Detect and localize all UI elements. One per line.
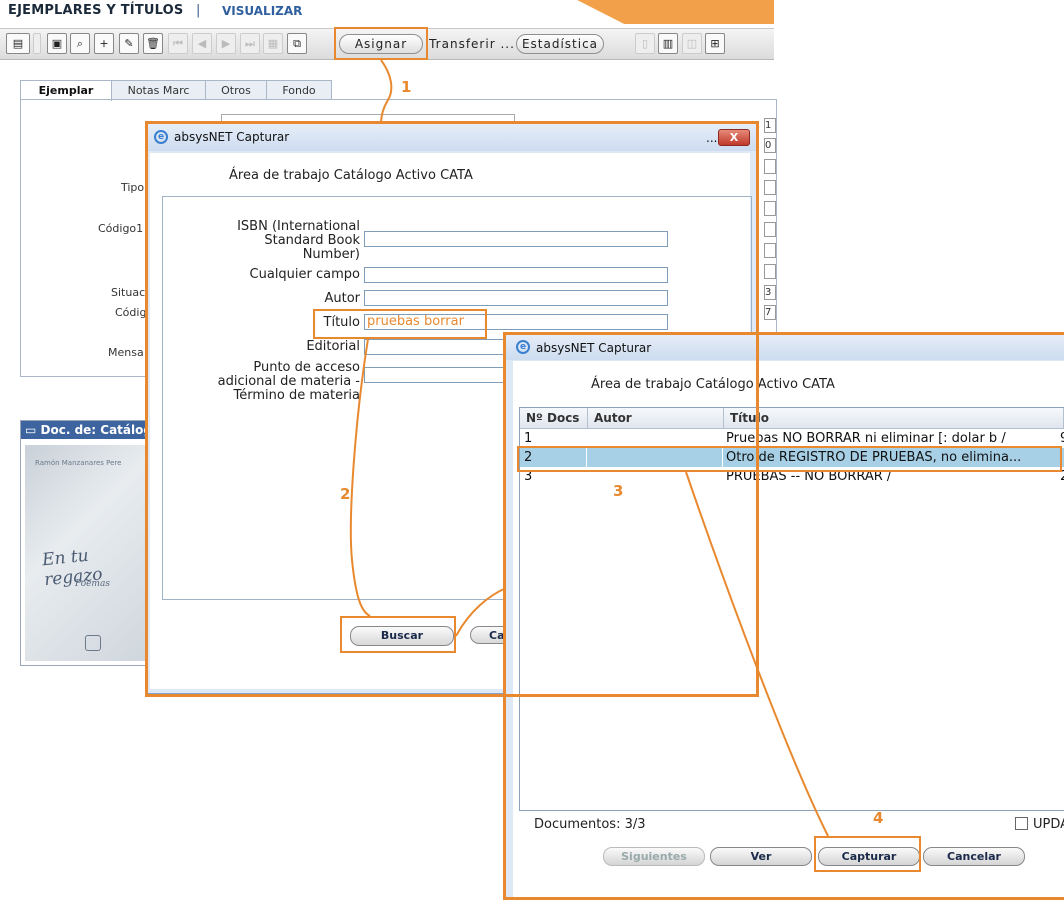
add-icon[interactable]: + [94, 33, 114, 54]
label-situacion: Situac [111, 286, 146, 299]
grid-view-icon[interactable]: ▦ [263, 33, 283, 54]
document-panel-title-text: Doc. de: Catálog [40, 423, 146, 437]
copy-records-icon[interactable]: ⧉ [287, 33, 307, 54]
highlight-results-dialog [503, 332, 1064, 900]
background-input[interactable] [221, 114, 515, 121]
step-number-1: 1 [401, 78, 412, 96]
capture-icon[interactable]: ⊞ [705, 33, 725, 54]
page-title: EJEMPLARES Y TÍTULOS [8, 3, 184, 18]
step-number-4: 4 [873, 809, 884, 827]
print-icon[interactable]: ▥ [658, 33, 678, 54]
highlight-buscar [340, 616, 456, 653]
book-emblem-icon [85, 635, 101, 651]
tab-fondo[interactable]: Fondo [266, 80, 332, 100]
delete-icon[interactable]: 🗑 [143, 33, 163, 54]
book-cover-image: Ramón Manzanares Pere En tu regazo Poema… [25, 445, 146, 661]
step-number-2: 2 [340, 485, 351, 503]
document-panel-title: ▭ Doc. de: Catálog [21, 421, 146, 439]
header-separator: | [196, 3, 201, 18]
search-icon[interactable]: ⌕ [70, 33, 90, 54]
next-record-icon[interactable]: ▶ [216, 33, 236, 54]
tab-notas-marc[interactable]: Notas Marc [111, 80, 206, 100]
highlight-title-field [313, 309, 487, 339]
label-codigo: Códig [115, 306, 147, 319]
label-mensaje: Mensa [108, 346, 144, 359]
right-field[interactable]: 7 [764, 305, 776, 320]
step-number-3: 3 [613, 482, 624, 500]
lock-icon[interactable]: ▯ [635, 33, 655, 54]
right-field[interactable]: 0 [764, 138, 776, 153]
transferir-button[interactable]: Transferir ... [426, 34, 518, 54]
camera-icon[interactable]: ◫ [682, 33, 702, 54]
edit-icon[interactable]: ✎ [119, 33, 139, 54]
last-record-icon[interactable]: ⏭ [240, 33, 260, 54]
book-author: Ramón Manzanares Pere [35, 459, 122, 467]
highlight-capturar [814, 836, 921, 872]
record-menu-icon[interactable]: ▤ [6, 33, 30, 54]
right-field[interactable]: 1 [764, 118, 776, 133]
right-field[interactable] [764, 243, 776, 258]
right-field[interactable] [764, 222, 776, 237]
tab-ejemplar[interactable]: Ejemplar [20, 80, 112, 101]
catalog-icon[interactable]: ▣ [47, 33, 67, 54]
label-codigo1: Código1 [98, 222, 144, 235]
previous-record-icon[interactable]: ◀ [192, 33, 212, 54]
document-icon: ▭ [25, 423, 41, 437]
right-field[interactable] [764, 159, 776, 174]
right-field[interactable] [764, 264, 776, 279]
document-panel: ▭ Doc. de: Catálog Ramón Manzanares Pere… [20, 420, 147, 666]
book-subtitle: Poemas [75, 579, 110, 589]
estadistica-button[interactable]: Estadística [516, 34, 604, 54]
header-accent-band [577, 0, 774, 24]
tab-otros[interactable]: Otros [205, 80, 267, 100]
first-record-icon[interactable]: ⏮ [168, 33, 188, 54]
visualizar-link[interactable]: VISUALIZAR [222, 4, 302, 18]
label-tipo: Tipo [121, 181, 145, 194]
right-field[interactable]: 3 [764, 285, 776, 300]
toolbar-divider-icon [33, 33, 41, 54]
right-field[interactable] [764, 180, 776, 195]
highlight-asignar [334, 27, 428, 60]
highlight-selected-row [517, 446, 1062, 472]
right-field[interactable] [764, 201, 776, 216]
